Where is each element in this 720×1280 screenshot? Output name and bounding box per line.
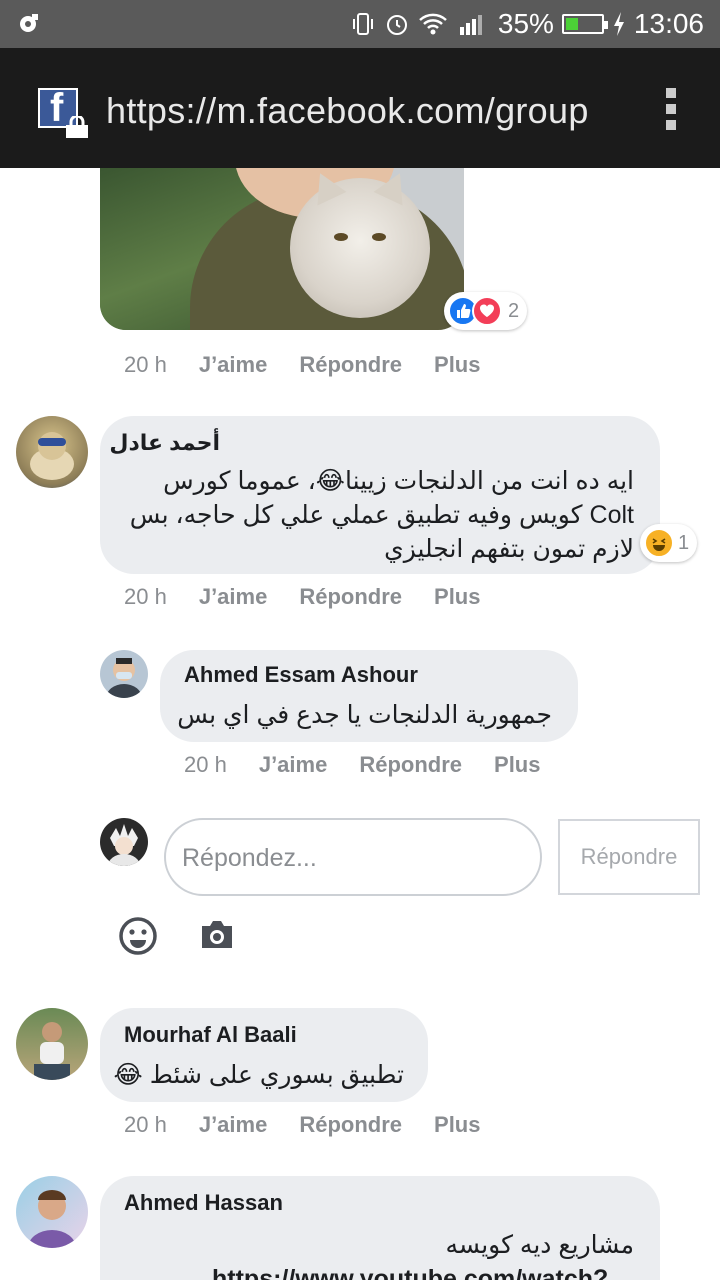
more-button[interactable]: Plus <box>434 584 480 610</box>
comment-text-line: مشاريع ديه كويسه <box>445 1231 634 1259</box>
signal-icon <box>459 15 482 35</box>
overflow-menu-icon[interactable] <box>666 88 678 134</box>
comment-link[interactable]: https://www.youtube.com/watch? <box>212 1262 608 1280</box>
comment-time: 20 h <box>124 1112 167 1137</box>
comment-actions: 20 h J’aime Répondre Plus <box>124 584 480 610</box>
comment-time: 20 h <box>184 752 227 777</box>
like-button[interactable]: J’aime <box>199 584 268 610</box>
battery-fill <box>565 18 578 30</box>
browser-url-bar: f https://m.facebook.com/group <box>0 48 720 168</box>
avatar[interactable] <box>16 1008 88 1080</box>
comment-text-line: ايه ده انت من الدلنجات زيينا😂، عموما كور… <box>163 467 634 495</box>
status-bar: 35% 13:06 <box>0 0 720 48</box>
comment-bubble: Ahmed Essam Ashour جمهورية الدلنجات يا ج… <box>160 650 578 742</box>
avatar[interactable] <box>100 650 148 698</box>
charging-icon <box>613 12 624 36</box>
more-button[interactable]: Plus <box>434 1112 480 1138</box>
lock-icon <box>66 116 88 138</box>
reply-button[interactable]: Répondre <box>299 352 402 378</box>
more-button[interactable]: Plus <box>494 752 540 778</box>
like-button[interactable]: J’aime <box>259 752 328 778</box>
wifi-icon <box>419 13 447 35</box>
vibrate-icon <box>352 13 373 35</box>
clock: 13:06 <box>633 8 704 39</box>
more-button[interactable]: Plus <box>434 352 480 378</box>
avatar[interactable] <box>16 1176 88 1248</box>
submit-reply-button[interactable]: Répondre <box>558 819 700 895</box>
comment-actions: 20 h J’aime Répondre Plus <box>184 752 540 778</box>
reaction-summary[interactable]: 1 <box>640 524 698 562</box>
like-button[interactable]: J’aime <box>199 352 268 378</box>
comments-feed: 2 20 h J’aime Répondre Plus أحمد عادل اي… <box>0 168 720 1280</box>
reply-button[interactable]: Répondre <box>299 1112 402 1138</box>
comment-actions: 20 h J’aime Répondre Plus <box>124 1112 480 1138</box>
reaction-count: 2 <box>508 299 520 322</box>
current-user-avatar <box>100 818 148 866</box>
comment-bubble: أحمد عادل ايه ده انت من الدلنجات زيينا😂،… <box>100 416 660 574</box>
comment-bubble: Ahmed Hassan مشاريع ديه كويسه https://ww… <box>100 1176 660 1280</box>
battery-icon <box>561 14 608 34</box>
alarm-icon <box>386 15 407 35</box>
comment-bubble: Mourhaf Al Baali تطبيق بسوري على شئط 😂 <box>100 1008 428 1102</box>
like-button[interactable]: J’aime <box>199 1112 268 1138</box>
comment-author[interactable]: أحمد عادل <box>109 430 220 456</box>
status-icons: 35% 13:06 <box>350 6 704 42</box>
cat-image <box>290 168 430 318</box>
reply-button[interactable]: Répondre <box>359 752 462 778</box>
comment-text-line: تطبيق بسوري على شئط 😂 <box>113 1061 404 1089</box>
battery-percent: 35% <box>497 8 554 39</box>
reply-button[interactable]: Répondre <box>299 584 402 610</box>
avatar[interactable] <box>16 416 88 488</box>
reaction-count: 1 <box>678 531 690 554</box>
comment-text-line: جمهورية الدلنجات يا جدع في اي بس <box>177 701 552 729</box>
reply-input-box[interactable] <box>164 818 542 896</box>
url-field[interactable]: https://m.facebook.com/group <box>106 90 589 132</box>
comment-photo[interactable] <box>100 168 464 330</box>
haha-icon <box>644 528 674 558</box>
comment-text-line: Colt كويس وفيه تطبيق عملي علي كل حاجه، ب… <box>129 501 634 529</box>
reply-input[interactable] <box>182 838 522 878</box>
comment-time: 20 h <box>124 352 167 377</box>
comment-author[interactable]: Mourhaf Al Baali <box>124 1022 297 1048</box>
comment-author[interactable]: Ahmed Essam Ashour <box>184 662 418 688</box>
comment-author[interactable]: Ahmed Hassan <box>124 1190 283 1216</box>
notification-icon <box>20 14 38 32</box>
comment-actions: 20 h J’aime Répondre Plus <box>124 352 480 378</box>
camera-icon[interactable] <box>198 918 236 952</box>
reaction-summary[interactable]: 2 <box>444 292 528 330</box>
smiley-icon[interactable] <box>118 916 158 956</box>
love-icon <box>472 296 502 326</box>
comment-time: 20 h <box>124 584 167 609</box>
comment-text-line: لازم تمون بتفهم انجليزي <box>384 535 634 563</box>
